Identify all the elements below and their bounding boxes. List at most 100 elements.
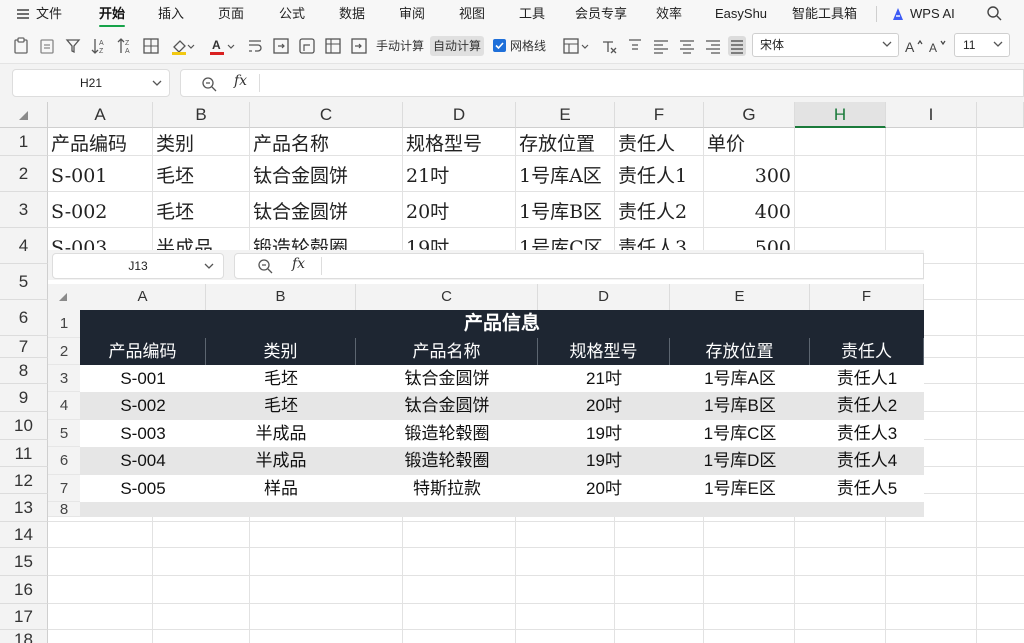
zoom-icon[interactable] (201, 76, 217, 92)
header-cell[interactable]: 产品编码 (51, 128, 127, 156)
row-header-10[interactable]: 10 (0, 412, 48, 440)
row-header-17[interactable]: 17 (0, 604, 48, 630)
menu-file[interactable]: 文件 (36, 0, 62, 28)
align-top-icon[interactable] (626, 36, 644, 56)
data-cell[interactable]: S-002 (51, 192, 107, 228)
column-header-c[interactable]: C (250, 102, 403, 128)
table-style-icon[interactable] (298, 36, 316, 56)
search-icon[interactable] (986, 5, 1002, 21)
gridlines-checkbox[interactable] (493, 39, 506, 52)
header-cell[interactable]: 责任人 (618, 128, 675, 156)
column-header-d[interactable]: D (403, 102, 516, 128)
calculate-icon[interactable] (350, 36, 368, 56)
chevron-down-icon[interactable] (186, 36, 196, 56)
row-header-11[interactable]: 11 (0, 440, 48, 467)
data-cell[interactable]: 21吋 (406, 156, 449, 192)
embedded-row-header-3: 3 (48, 365, 80, 392)
column-header-e[interactable]: E (516, 102, 615, 128)
borders-icon[interactable] (142, 36, 160, 56)
data-cell[interactable]: 1号库A区 (519, 156, 602, 192)
row-header-15[interactable]: 15 (0, 548, 48, 576)
cell-style-icon[interactable] (562, 36, 580, 56)
font-name-select[interactable]: 宋体 (752, 33, 899, 57)
clear-format-icon[interactable] (600, 36, 618, 56)
data-cell[interactable]: 20吋 (406, 192, 449, 228)
row-header-2[interactable]: 2 (0, 156, 48, 192)
paste-icon[interactable] (38, 36, 56, 56)
chevron-down-icon[interactable] (226, 36, 236, 56)
align-right-icon[interactable] (704, 36, 722, 56)
menu-efficiency[interactable]: 效率 (656, 0, 682, 28)
wrap-text-icon[interactable] (246, 36, 264, 56)
formula-input[interactable]: fx (180, 69, 1024, 97)
auto-calc-button[interactable]: 自动计算 (430, 36, 485, 56)
column-header-f[interactable]: F (615, 102, 704, 128)
align-left-icon[interactable] (652, 36, 670, 56)
menu-insert[interactable]: 插入 (158, 0, 184, 28)
row-header-12[interactable]: 12 (0, 467, 48, 494)
data-cell[interactable]: 毛坯 (156, 192, 194, 228)
header-cell[interactable]: 规格型号 (406, 128, 482, 156)
merge-cells-icon[interactable] (272, 36, 290, 56)
row-header-6[interactable]: 6 (0, 300, 48, 336)
header-cell[interactable]: 类别 (156, 128, 194, 156)
row-header-18[interactable]: 18 (0, 630, 48, 643)
data-cell[interactable]: 责任人2 (618, 192, 687, 228)
menu-view[interactable]: 视图 (459, 0, 485, 28)
row-header-7[interactable]: 7 (0, 336, 48, 358)
font-size-select[interactable]: 11 (954, 33, 1010, 57)
data-cell[interactable]: S-001 (51, 156, 107, 192)
menu-home[interactable]: 开始 (99, 0, 125, 28)
menu-data[interactable]: 数据 (339, 0, 365, 28)
decrease-font-icon[interactable]: A (928, 36, 948, 56)
menu-formula[interactable]: 公式 (279, 0, 305, 28)
row-header-13[interactable]: 13 (0, 494, 48, 522)
row-header-3[interactable]: 3 (0, 192, 48, 228)
data-cell[interactable]: 1号库B区 (519, 192, 602, 228)
menu-member[interactable]: 会员专享 (575, 0, 627, 28)
column-header-a[interactable]: A (48, 102, 153, 128)
menu-hamburger-icon[interactable] (16, 7, 30, 21)
format-painter-icon[interactable] (12, 36, 30, 56)
select-all-corner[interactable] (0, 102, 48, 128)
align-center-icon[interactable] (678, 36, 696, 56)
name-box[interactable]: H21 (12, 69, 170, 97)
menu-tools[interactable]: 工具 (519, 0, 545, 28)
menu-page[interactable]: 页面 (218, 0, 244, 28)
filter-icon[interactable] (64, 36, 82, 56)
header-cell[interactable]: 产品名称 (253, 128, 329, 156)
chevron-down-icon[interactable] (580, 36, 590, 56)
menu-easyshu[interactable]: EasyShu (715, 0, 767, 28)
data-cell[interactable]: 钛合金圆饼 (253, 156, 348, 192)
row-header-9[interactable]: 9 (0, 384, 48, 412)
row-header-8[interactable]: 8 (0, 358, 48, 384)
row-header-4[interactable]: 4 (0, 228, 48, 264)
row-header-1[interactable]: 1 (0, 128, 48, 156)
header-cell[interactable]: 存放位置 (519, 128, 595, 156)
increase-font-icon[interactable]: A (904, 36, 924, 56)
sort-descending-icon[interactable]: ZA (116, 36, 134, 56)
justify-icon[interactable] (728, 36, 746, 56)
row-header-5[interactable]: 5 (0, 264, 48, 300)
row-header-16[interactable]: 16 (0, 576, 48, 604)
manual-calc-button[interactable]: 手动计算 (376, 36, 424, 56)
menu-wps-ai[interactable]: WPS AI (910, 0, 955, 28)
column-header-g[interactable]: G (704, 102, 795, 128)
menu-smart-toolbox[interactable]: 智能工具箱 (792, 0, 857, 28)
data-cell[interactable]: 毛坯 (156, 156, 194, 192)
font-color-icon[interactable]: A (208, 36, 226, 56)
embedded-corner (48, 284, 80, 310)
menu-review[interactable]: 审阅 (399, 0, 425, 28)
column-header-h[interactable]: H (795, 102, 886, 128)
freeze-panes-icon[interactable] (324, 36, 342, 56)
row-header-14[interactable]: 14 (0, 522, 48, 548)
data-cell[interactable]: 钛合金圆饼 (253, 192, 348, 228)
column-header-b[interactable]: B (153, 102, 250, 128)
data-cell[interactable]: 300 (704, 156, 791, 192)
fx-icon[interactable]: fx (234, 73, 247, 89)
data-cell[interactable]: 400 (704, 192, 791, 228)
data-cell[interactable]: 责任人1 (618, 156, 687, 192)
sort-ascending-icon[interactable]: AZ (90, 36, 108, 56)
header-cell[interactable]: 单价 (707, 128, 745, 156)
column-header-i[interactable]: I (886, 102, 977, 128)
